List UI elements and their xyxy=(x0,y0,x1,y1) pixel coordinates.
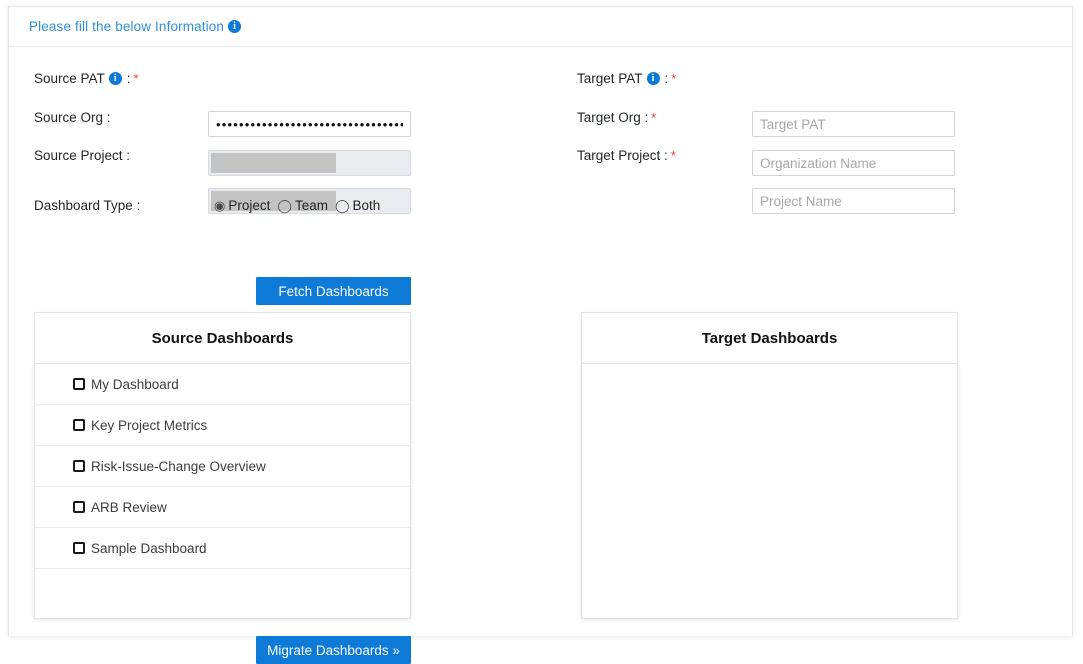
list-item-label: My Dashboard xyxy=(91,376,179,392)
form-body: Source PATi:* Source Org : Source Projec… xyxy=(9,47,1072,664)
radio-label-both: Both xyxy=(352,197,381,213)
target-pat-info-icon[interactable]: i xyxy=(646,71,660,85)
list-item[interactable]: My Dashboard xyxy=(35,364,410,405)
source-org-label: Source Org : xyxy=(34,109,111,125)
checkbox-icon[interactable] xyxy=(73,501,85,513)
radio-option-both[interactable]: ◯ Both xyxy=(335,198,380,213)
source-pat-separator: : xyxy=(126,70,131,86)
target-org-input[interactable] xyxy=(752,150,955,176)
radio-unselected-icon: ◯ xyxy=(277,197,292,213)
radio-selected-icon: ◉ xyxy=(214,197,226,213)
field-source-org-label: Source Org : xyxy=(34,104,111,130)
form-grid: Source PATi:* Source Org : Source Projec… xyxy=(9,47,1072,219)
source-dashboards-panel: Source Dashboards My Dashboard Key Proje… xyxy=(34,312,411,619)
target-panel-title: Target Dashboards xyxy=(701,329,838,347)
list-item[interactable]: Risk-Issue-Change Overview xyxy=(35,446,410,487)
radio-unselected-icon: ◯ xyxy=(334,197,350,213)
migration-card: Please fill the below Information i Sourc… xyxy=(8,6,1073,664)
target-panel-header: Target Dashboards xyxy=(581,312,958,364)
target-pat-required-mark: * xyxy=(671,70,677,86)
field-source-pat-label: Source PAT i: * xyxy=(34,65,139,91)
target-org-label: Target Org : xyxy=(577,109,649,125)
target-dashboards-panel: Target Dashboards xyxy=(581,312,958,619)
target-project-input[interactable] xyxy=(752,188,955,214)
list-item-label: ARB Review xyxy=(91,499,167,515)
dashboard-type-radio-group: ◉ Project ◯ Team ◯ Both xyxy=(214,192,380,218)
checkbox-icon[interactable] xyxy=(73,542,85,554)
field-target-pat-label: Target PAT i: * xyxy=(577,65,676,91)
source-panel-title: Source Dashboards xyxy=(151,329,294,347)
target-pat-separator: : xyxy=(664,70,669,86)
source-pat-required-mark: * xyxy=(133,70,139,86)
list-item[interactable]: Key Project Metrics xyxy=(35,405,410,446)
list-item-label: Sample Dashboard xyxy=(91,540,207,556)
source-project-label: Source Project : xyxy=(34,147,131,163)
radio-option-team[interactable]: ◯ Team xyxy=(277,198,328,213)
target-org-required-mark: * xyxy=(651,109,657,125)
target-pat-input[interactable] xyxy=(752,111,955,137)
source-pat-info-icon[interactable]: i xyxy=(108,71,122,85)
list-item-label: Key Project Metrics xyxy=(91,417,208,433)
info-icon[interactable]: i xyxy=(228,20,242,33)
field-source-project-label: Source Project : xyxy=(34,142,130,168)
list-item[interactable]: ARB Review xyxy=(35,487,410,528)
source-pat-input[interactable] xyxy=(208,111,411,137)
fetch-dashboards-button[interactable]: Fetch Dashboards xyxy=(256,277,411,305)
target-project-required-mark: * xyxy=(670,147,676,163)
source-pat-label: Source PAT xyxy=(34,70,105,86)
target-pat-label: Target PAT xyxy=(577,70,643,86)
field-target-project-label: Target Project : * xyxy=(577,142,676,168)
checkbox-icon[interactable] xyxy=(73,419,85,431)
list-item[interactable]: Sample Dashboard xyxy=(35,528,410,569)
source-panel-body: My Dashboard Key Project Metrics Risk-Is… xyxy=(34,364,411,619)
page-title: Please fill the below Information xyxy=(29,19,225,34)
target-project-label: Target Project : xyxy=(577,147,668,163)
radio-label-team: Team xyxy=(294,197,328,213)
target-panel-body xyxy=(581,364,958,619)
list-item-label: Risk-Issue-Change Overview xyxy=(91,458,266,474)
source-panel-header: Source Dashboards xyxy=(34,312,411,364)
source-org-input[interactable] xyxy=(208,150,411,176)
card-header: Please fill the below Information i xyxy=(9,7,1072,47)
checkbox-icon[interactable] xyxy=(73,378,85,390)
migrate-dashboards-button[interactable]: Migrate Dashboards » xyxy=(256,636,411,664)
radio-label-project: Project xyxy=(228,197,271,213)
dashboard-type-label: Dashboard Type : xyxy=(34,197,141,213)
field-dashboard-type-label: Dashboard Type : xyxy=(34,192,140,218)
radio-option-project[interactable]: ◉ Project xyxy=(214,198,270,213)
checkbox-icon[interactable] xyxy=(73,460,85,472)
field-target-org-label: Target Org : * xyxy=(577,104,656,130)
